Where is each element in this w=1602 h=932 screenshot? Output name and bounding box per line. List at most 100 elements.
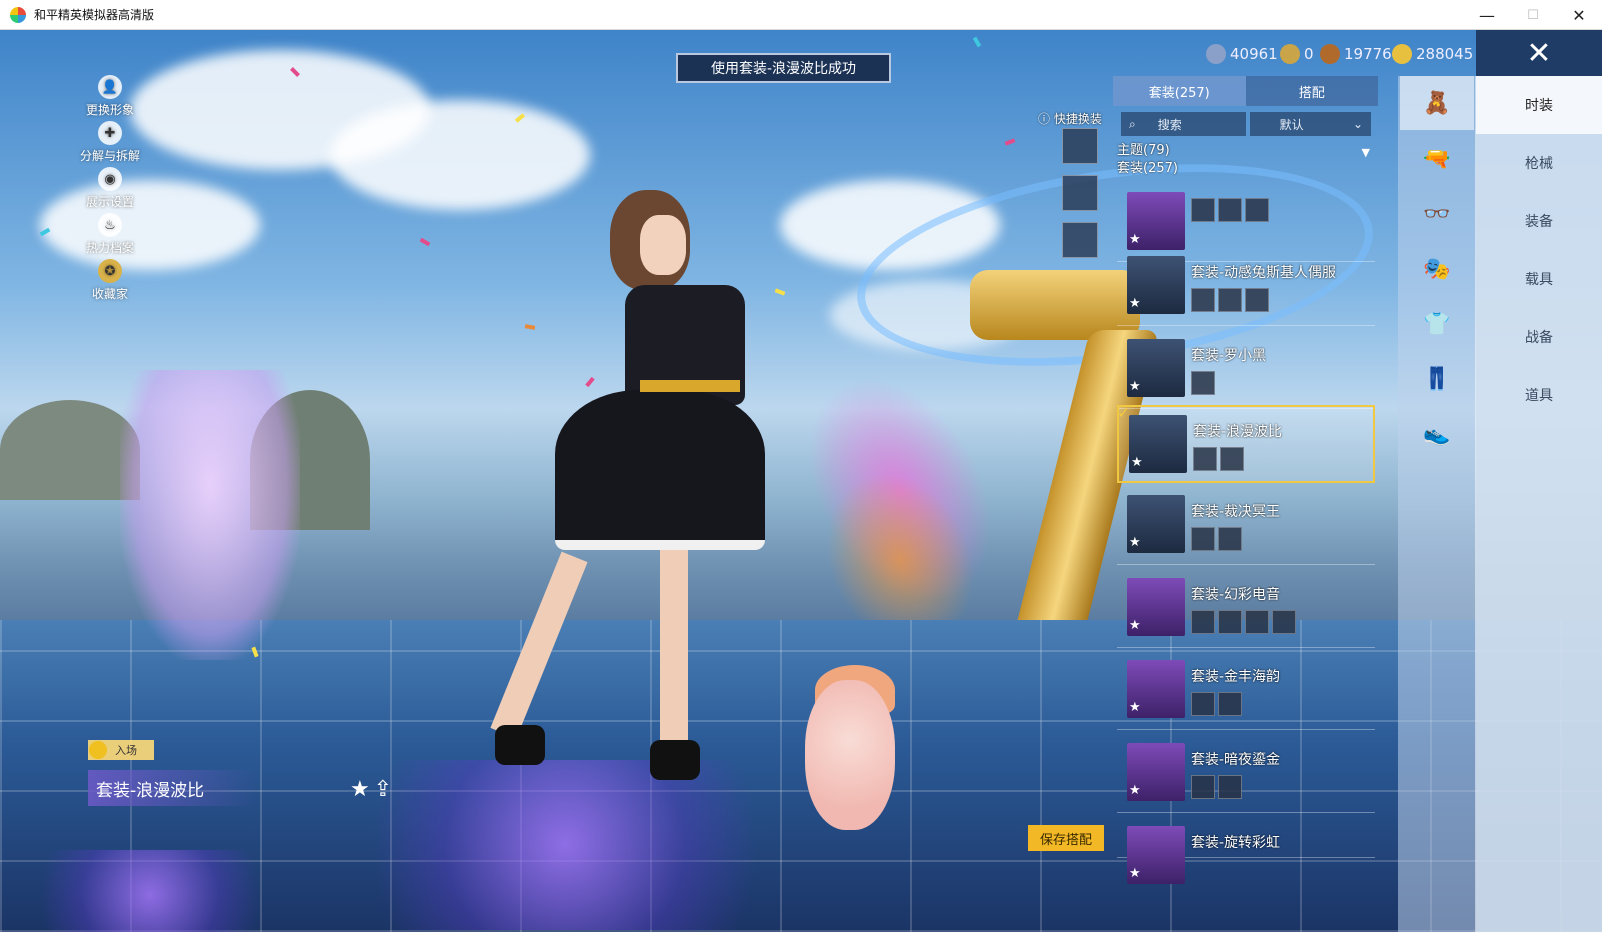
outfit-parts: [1193, 447, 1244, 471]
disassemble-button[interactable]: ✚ 分解与拆解: [60, 121, 160, 164]
menu-label: 展示设置: [85, 195, 134, 209]
star-icon: ★: [1129, 296, 1141, 311]
category-firearms[interactable]: 枪械: [1476, 134, 1602, 192]
share-icon: ⇪: [373, 776, 393, 802]
filter-theme[interactable]: 主题(79): [1117, 142, 1178, 160]
quick-slot-1[interactable]: [1062, 128, 1098, 164]
outfit-name: 套装-裁决冥王: [1191, 504, 1281, 520]
pants-icon[interactable]: 👖: [1400, 352, 1474, 406]
favorite-share-button[interactable]: ★ ⇪: [350, 775, 410, 803]
outfit-part-icon: [1191, 692, 1215, 716]
outfit-parts: [1191, 198, 1269, 222]
crystal-horse-model: [120, 370, 300, 660]
medal-coin-icon: [1280, 44, 1300, 64]
outfit-part-icon: [1193, 447, 1217, 471]
character-belt: [640, 380, 740, 392]
shoes-icon[interactable]: 👟: [1400, 407, 1474, 461]
outfit-panel-tabs: 套装(257) 搭配: [1113, 76, 1378, 106]
outfit-part-icon: [1191, 288, 1215, 312]
outfit-panel: 套装(257) 搭配 ⌕ 搜索 默认 ⌄ 主题(79) 套装(257) ▼ ★ ★…: [1113, 76, 1378, 932]
outfit-name: 套装-浪漫波比: [1193, 424, 1283, 440]
app-icon: [10, 6, 26, 23]
filter-list[interactable]: 主题(79) 套装(257): [1117, 142, 1178, 178]
category-equipment[interactable]: 装备: [1476, 192, 1602, 250]
tab-suits[interactable]: 套装(257): [1113, 76, 1246, 106]
mask-icon[interactable]: 🎭: [1400, 242, 1474, 296]
outfit-item[interactable]: ★ 套装-旋转彩虹: [1117, 818, 1375, 884]
outfit-part-icon: [1191, 198, 1215, 222]
outfit-item[interactable]: ★ 套装-幻彩电音: [1117, 570, 1375, 648]
currency-medal: 0: [1280, 43, 1314, 65]
menu-label: 热力档案: [85, 241, 134, 255]
outfit-item[interactable]: ★ 套装-金丰海韵: [1117, 652, 1375, 730]
gold-coin-icon: [1392, 44, 1412, 64]
heat-profile-button[interactable]: ♨ 热力档案: [60, 213, 160, 256]
outfit-part-icon: [1245, 198, 1269, 222]
menu-label: 分解与拆解: [79, 149, 140, 163]
search-input[interactable]: ⌕ 搜索: [1121, 112, 1246, 136]
currency-value: 40961: [1230, 45, 1278, 63]
crystal-coin-icon: [1206, 44, 1226, 64]
quick-slot-3[interactable]: [1062, 222, 1098, 258]
star-icon: ★: [1129, 866, 1141, 881]
category-combat-prep[interactable]: 战备: [1476, 308, 1602, 366]
category-fashion[interactable]: 时装: [1476, 76, 1602, 134]
outfit-part-icon: [1218, 288, 1242, 312]
outfit-item[interactable]: ★ 套装-动感兔斯基人偶服: [1117, 248, 1375, 326]
help-icon: ⓘ: [1038, 112, 1054, 126]
search-row: ⌕ 搜索 默认 ⌄: [1121, 112, 1371, 136]
currency-value: 288045: [1416, 45, 1474, 63]
quick-slot-2[interactable]: [1062, 175, 1098, 211]
outfit-parts: [1191, 371, 1215, 395]
window-close-button[interactable]: ✕: [1556, 0, 1602, 30]
person-icon: 👤: [98, 75, 122, 99]
character-shoe-left: [495, 725, 545, 765]
outfit-item[interactable]: ★ 套装-暗夜鎏金: [1117, 735, 1375, 813]
outfit-item[interactable]: ✓ ★ 套装-浪漫波比: [1117, 403, 1375, 483]
star-icon: ★: [1131, 455, 1143, 470]
entry-tag[interactable]: 入场: [88, 740, 154, 760]
outfit-name: 套装-金丰海韵: [1191, 669, 1281, 685]
outfit-item[interactable]: ★ 套装-罗小黑: [1117, 331, 1375, 409]
save-outfit-button[interactable]: 保存搭配: [1028, 825, 1104, 851]
display-settings-button[interactable]: ◉ 展示设置: [60, 167, 160, 210]
change-appearance-button[interactable]: 👤 更换形象: [60, 75, 160, 118]
sort-dropdown[interactable]: 默认 ⌄: [1249, 112, 1371, 136]
current-outfit-name: 套装-浪漫波比: [88, 770, 258, 806]
tab-matching[interactable]: 搭配: [1245, 76, 1378, 106]
category-vehicles[interactable]: 载具: [1476, 250, 1602, 308]
outfit-parts: [1191, 288, 1269, 312]
filter-dropdown-icon[interactable]: ▼: [1362, 146, 1370, 159]
pet-model: [805, 680, 895, 830]
maximize-button[interactable]: ☐: [1510, 0, 1556, 30]
outfit-icon[interactable]: 🧸: [1400, 76, 1474, 130]
collector-badge-icon: ✪: [98, 259, 122, 283]
sort-label: 默认: [1279, 117, 1304, 132]
outfit-part-icon: [1191, 775, 1215, 799]
bronze-coin-icon: [1320, 44, 1340, 64]
top-icon[interactable]: 👕: [1400, 297, 1474, 351]
search-icon: ⌕: [1129, 116, 1136, 131]
quick-switch-text: 快捷换装: [1053, 112, 1102, 126]
character-skirt: [555, 390, 765, 550]
currency-value: 19776: [1344, 45, 1392, 63]
outfit-part-icon: [1218, 198, 1242, 222]
outfit-item[interactable]: ★ 套装-裁决冥王: [1117, 487, 1375, 565]
quick-switch-label[interactable]: ⓘ 快捷换装: [1038, 110, 1102, 127]
category-items[interactable]: 道具: [1476, 366, 1602, 424]
currency-bronze: 19776: [1320, 43, 1392, 65]
outfit-part-icon: [1218, 610, 1242, 634]
entry-tag-label: 入场: [115, 744, 137, 757]
filter-suit[interactable]: 套装(257): [1117, 160, 1178, 178]
outfit-part-icon: [1218, 527, 1242, 551]
star-icon: ★: [1129, 783, 1141, 798]
smile-icon: [89, 741, 107, 759]
outfit-part-icon: [1191, 610, 1215, 634]
weapon-skin-icon[interactable]: 🔫: [1400, 132, 1474, 186]
close-wardrobe-button[interactable]: ✕: [1476, 30, 1602, 76]
glasses-icon[interactable]: 👓: [1400, 187, 1474, 241]
minimize-button[interactable]: —: [1464, 0, 1510, 30]
collector-button[interactable]: ✪ 收藏家: [60, 259, 160, 302]
puzzle-icon: ✚: [98, 121, 122, 145]
star-icon: ★: [1129, 700, 1141, 715]
